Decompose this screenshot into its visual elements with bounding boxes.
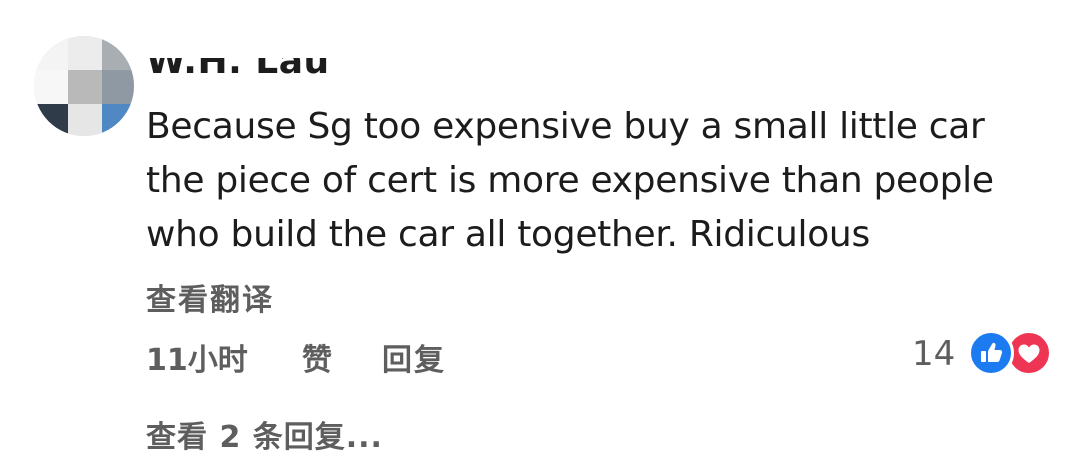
reaction-count: 14	[912, 334, 956, 374]
author-name[interactable]: W.H. Lau	[146, 58, 330, 82]
timestamp[interactable]: 11小时	[146, 335, 248, 379]
comment-line: who build the car all together. Ridiculo…	[146, 214, 870, 255]
author-name-container[interactable]: W.H. Lau	[146, 58, 546, 86]
see-translation-link[interactable]: 查看翻译	[146, 275, 274, 319]
avatar-image	[34, 36, 134, 136]
comment-line: Because Sg too expensive buy a small lit…	[146, 106, 985, 147]
comment-line: the piece of cert is more expensive than…	[146, 160, 994, 201]
thumbs-up-icon	[968, 330, 1014, 376]
view-replies-link[interactable]: 查看 2 条回复...	[146, 412, 383, 456]
reply-button[interactable]: 回复	[382, 335, 446, 379]
comment-actions: 11小时 赞 回复	[146, 335, 1046, 379]
like-button[interactable]: 赞	[302, 335, 332, 379]
reactions-summary[interactable]: 14	[912, 330, 1062, 378]
comment-text: Because Sg too expensive buy a small lit…	[146, 100, 1066, 262]
avatar[interactable]	[34, 36, 134, 136]
